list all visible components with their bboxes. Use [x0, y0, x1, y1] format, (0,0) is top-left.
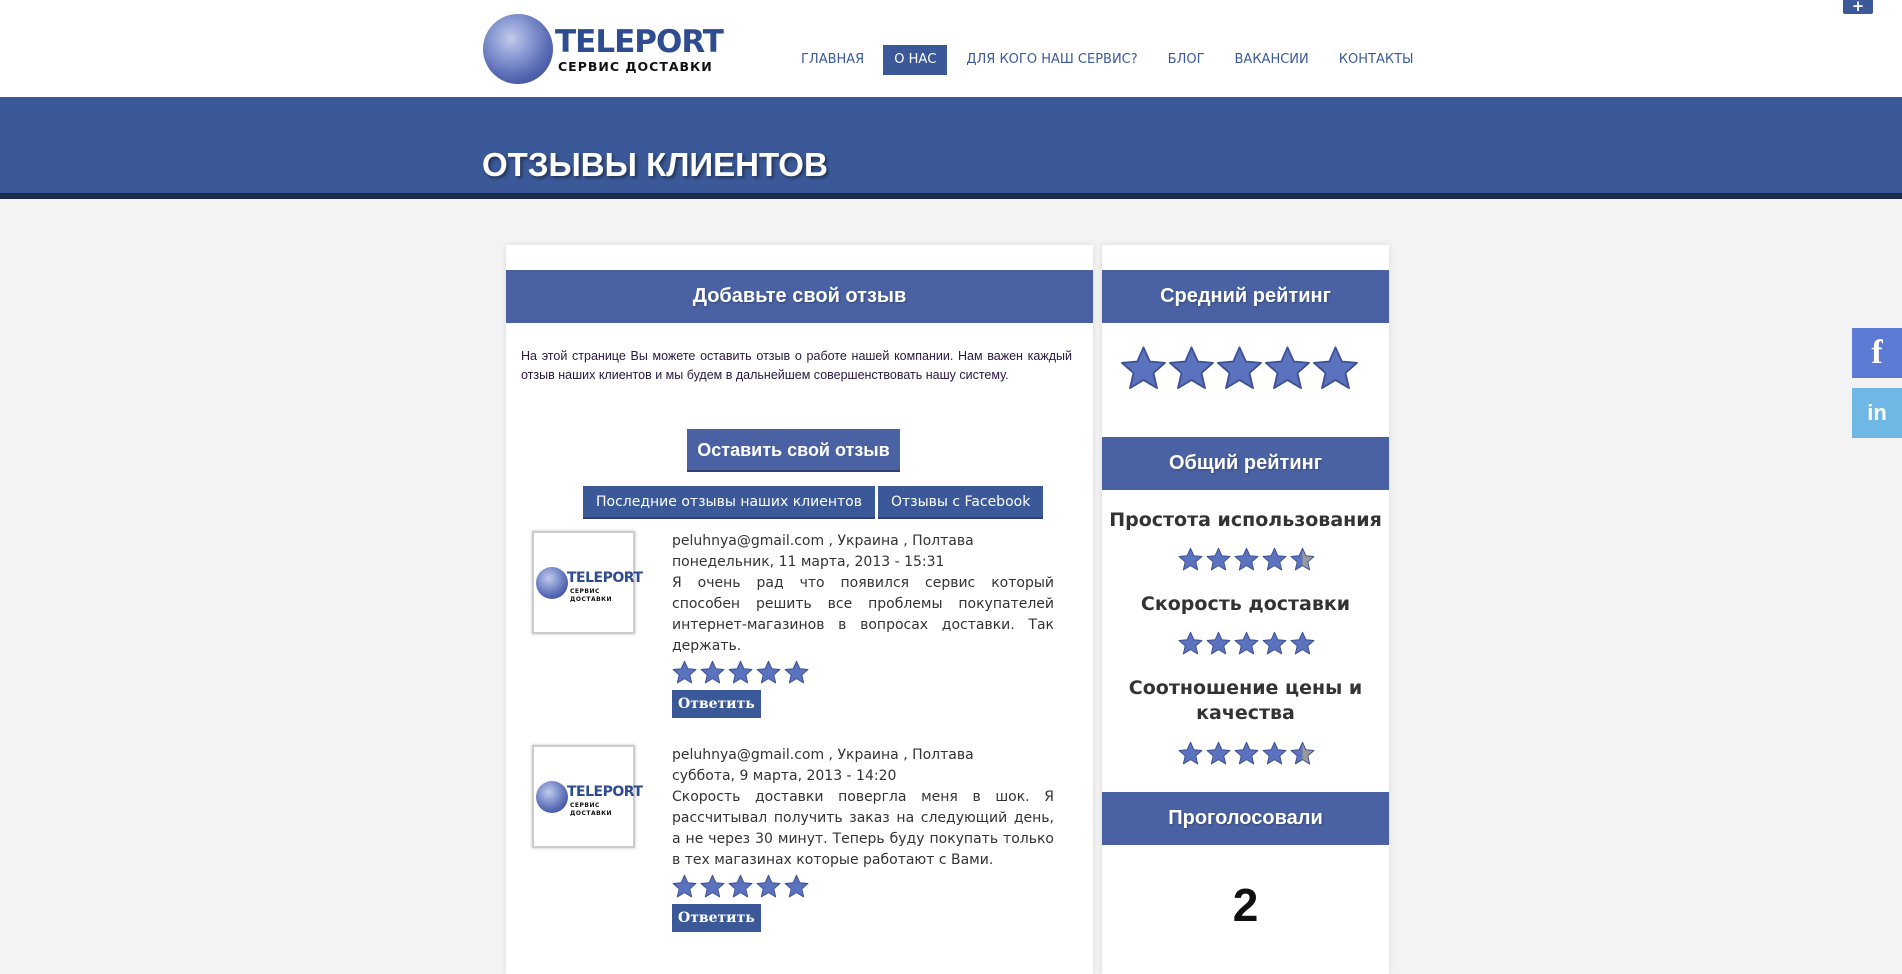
review-text: Я очень рад что появился сервис который …	[672, 575, 1054, 654]
review-body: peluhnya@gmail.com , Украина , Полтава п…	[672, 531, 1054, 718]
star-icon	[728, 874, 753, 898]
review-rating	[672, 874, 1054, 899]
star-icon	[1262, 547, 1287, 571]
star-icon	[1290, 631, 1315, 655]
page-banner: ОТЗЫВЫ КЛИЕНТОВ	[0, 97, 1902, 199]
review-author: peluhnya@gmail.com , Украина , Полтава	[672, 533, 974, 549]
tab-facebook-reviews[interactable]: Отзывы с Facebook	[877, 486, 1044, 519]
review-rating	[672, 660, 1054, 685]
nav-item-for-whom[interactable]: ДЛЯ КОГО НАШ СЕРВИС?	[955, 45, 1148, 75]
rating-panel: Средний рейтинг Общий рейтинг Простота и…	[1102, 245, 1389, 974]
teleport-logo-icon: TELEPORT СЕРВИС ДОСТАВКИ	[532, 531, 643, 634]
logo-globe-icon	[483, 14, 553, 84]
star-icon	[672, 660, 697, 684]
review-body: peluhnya@gmail.com , Украина , Полтава с…	[672, 745, 1054, 932]
star-icon	[1262, 741, 1287, 765]
criterion-label: Скорость доставки	[1140, 593, 1351, 615]
voted-heading: Проголосовали	[1102, 792, 1389, 845]
star-icon	[1262, 631, 1287, 655]
avatar-title: TELEPORT	[567, 784, 643, 800]
star-icon	[700, 660, 725, 684]
add-review-heading: Добавьте свой отзыв	[506, 270, 1093, 323]
star-icon	[728, 660, 753, 684]
logo-title: TELEPORT	[555, 24, 724, 60]
star-icon	[1290, 741, 1315, 765]
star-icon	[700, 874, 725, 898]
criterion-label: Простота использования	[1109, 509, 1382, 531]
star-icon	[1206, 547, 1231, 571]
star-icon	[1217, 346, 1262, 389]
intro-text: На этой странице Вы можете оставить отзы…	[521, 349, 1072, 382]
reviews-panel: Добавьте свой отзыв На этой странице Вы …	[506, 245, 1093, 974]
main-nav: ГЛАВНАЯ О НАС ДЛЯ КОГО НАШ СЕРВИС? БЛОГ …	[790, 45, 1432, 75]
review-author: peluhnya@gmail.com , Украина , Полтава	[672, 747, 974, 763]
reply-button[interactable]: Ответить	[672, 690, 761, 718]
nav-item-vacancies[interactable]: ВАКАНСИИ	[1224, 45, 1320, 75]
star-icon	[756, 874, 781, 898]
nav-item-contacts[interactable]: КОНТАКТЫ	[1328, 45, 1425, 75]
star-icon	[1121, 346, 1166, 389]
page-title: ОТЗЫВЫ КЛИЕНТОВ	[482, 146, 828, 183]
leave-review-button[interactable]: Оставить свой отзыв	[687, 429, 900, 472]
avg-rating-stars	[1120, 345, 1359, 392]
criterion-rating	[1178, 741, 1315, 766]
star-icon	[1313, 346, 1358, 389]
site-logo[interactable]: TELEPORT СЕРВИС ДОСТАВКИ	[483, 13, 724, 85]
avatar-title: TELEPORT	[567, 570, 643, 586]
star-icon	[1178, 547, 1203, 571]
review-date: суббота, 9 марта, 2013 - 14:20	[672, 768, 897, 784]
nav-item-about[interactable]: О НАС	[883, 45, 948, 75]
nav-item-blog[interactable]: БЛОГ	[1157, 45, 1216, 75]
star-icon	[756, 660, 781, 684]
star-icon	[1234, 741, 1259, 765]
star-icon	[1178, 741, 1203, 765]
criterion-rating	[1178, 547, 1315, 572]
star-icon	[1169, 346, 1214, 389]
star-icon	[1206, 631, 1231, 655]
criterion-rating	[1178, 631, 1315, 656]
review-tabs: Последние отзывы наших клиентов Отзывы с…	[583, 486, 1046, 519]
avatar-globe	[536, 781, 568, 813]
star-icon	[1290, 547, 1315, 571]
star-icon	[672, 874, 697, 898]
plus-icon[interactable]: +	[1843, 0, 1873, 14]
site-header: TELEPORT СЕРВИС ДОСТАВКИ ГЛАВНАЯ О НАС Д…	[0, 0, 1902, 97]
linkedin-icon[interactable]: in	[1852, 388, 1902, 438]
avatar-subtitle: СЕРВИС ДОСТАВКИ	[570, 802, 613, 817]
overall-rating-heading: Общий рейтинг	[1102, 437, 1389, 490]
star-icon	[1206, 741, 1231, 765]
star-icon	[1265, 346, 1310, 389]
facebook-icon[interactable]: f	[1852, 328, 1902, 378]
tab-latest-reviews[interactable]: Последние отзывы наших клиентов	[583, 486, 875, 519]
avatar-subtitle: СЕРВИС ДОСТАВКИ	[570, 588, 613, 603]
star-icon	[784, 660, 809, 684]
reply-button[interactable]: Ответить	[672, 904, 761, 932]
review-text: Скорость доставки повергла меня в шок. Я…	[672, 789, 1054, 868]
star-icon	[1234, 631, 1259, 655]
voted-count: 2	[1232, 879, 1259, 931]
star-icon	[1178, 631, 1203, 655]
star-icon	[784, 874, 809, 898]
avg-rating-heading: Средний рейтинг	[1102, 270, 1389, 323]
teleport-logo-icon: TELEPORT СЕРВИС ДОСТАВКИ	[532, 745, 643, 848]
review-date: понедельник, 11 марта, 2013 - 15:31	[672, 554, 945, 570]
star-icon	[1234, 547, 1259, 571]
avatar-globe	[536, 567, 568, 599]
criterion-label: Соотношение цены и качества	[1128, 677, 1363, 724]
nav-item-home[interactable]: ГЛАВНАЯ	[790, 45, 875, 75]
logo-subtitle: СЕРВИС ДОСТАВКИ	[558, 59, 713, 74]
